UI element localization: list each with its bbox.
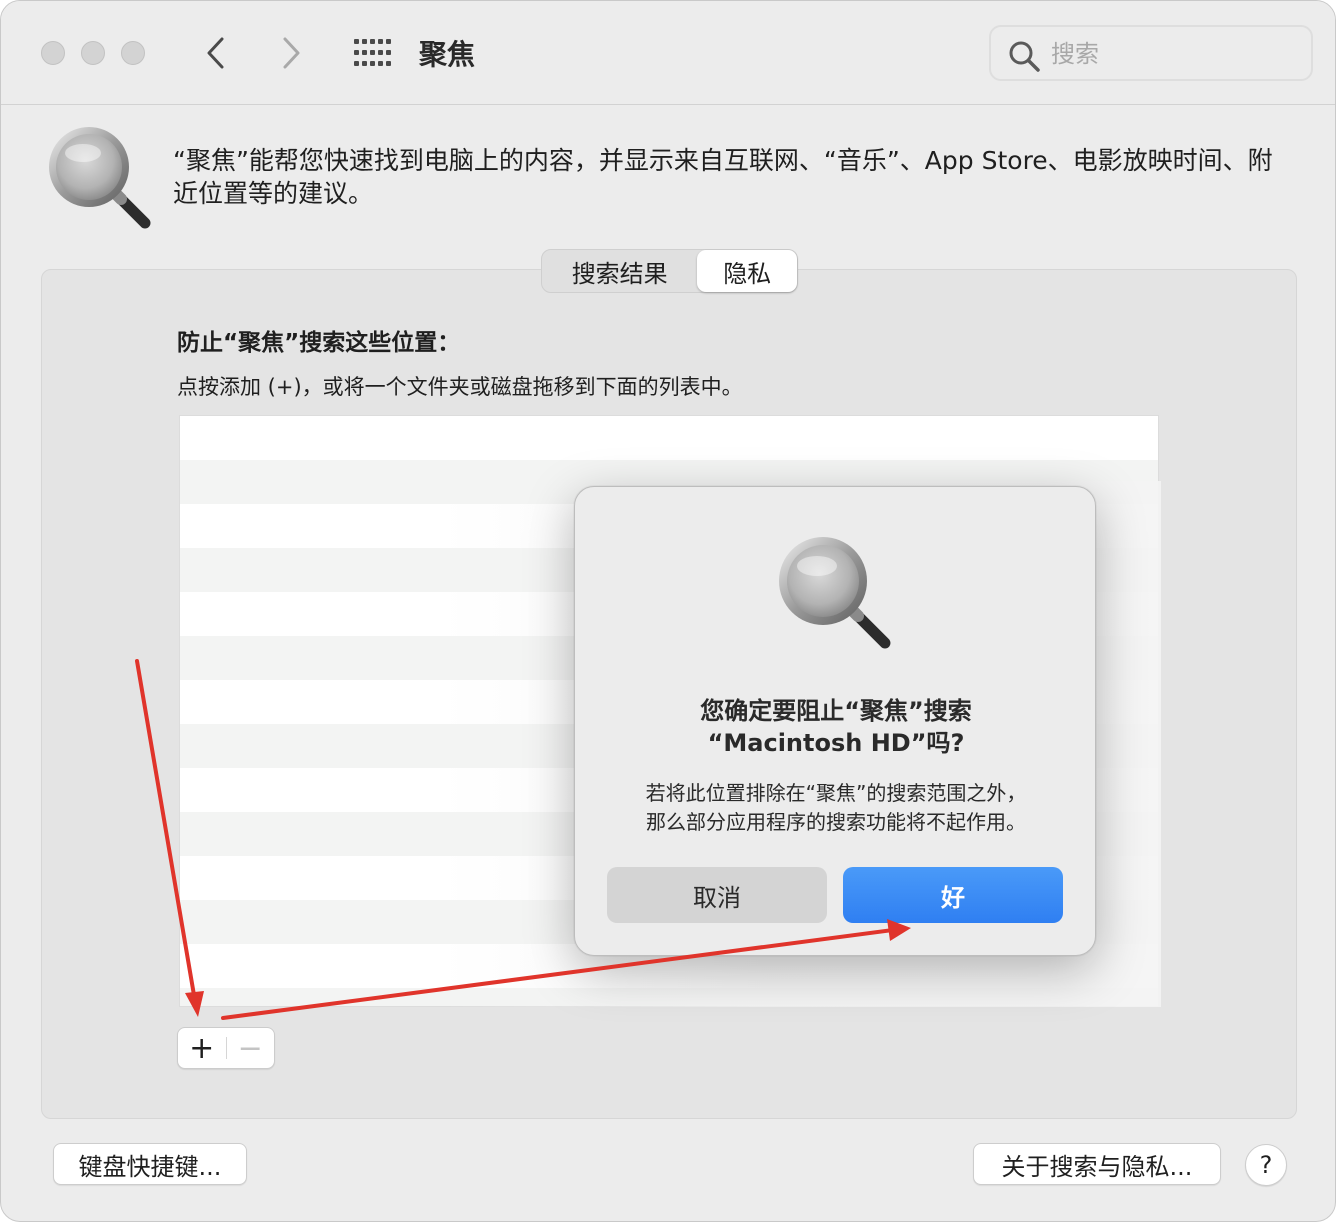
search-input[interactable] — [1051, 35, 1291, 73]
dialog-message-line: 若将此位置排除在“聚焦”的搜索范围之外， — [645, 781, 1027, 805]
close-window-button[interactable] — [41, 41, 65, 65]
tab-bar: 搜索结果 隐私 — [541, 249, 798, 293]
spotlight-app-icon — [49, 127, 151, 229]
tab-privacy[interactable]: 隐私 — [697, 250, 797, 292]
system-preferences-window: 聚焦 “聚焦”能帮您快速找到电脑上的 — [0, 0, 1336, 1222]
dialog-title-line: “Macintosh HD”吗? — [707, 729, 965, 757]
privacy-heading: 防止“聚焦”搜索这些位置： — [177, 330, 461, 356]
cancel-button[interactable]: 取消 — [607, 867, 827, 923]
dialog-title: 您确定要阻止“聚焦”搜索 “Macintosh HD”吗? — [595, 695, 1077, 759]
window-title: 聚焦 — [419, 38, 476, 71]
forward-button[interactable] — [271, 31, 311, 75]
spotlight-description: “聚焦”能帮您快速找到电脑上的内容，并显示来自互联网、“音乐”、App Stor… — [173, 146, 1273, 208]
toolbar: 聚焦 — [1, 1, 1335, 105]
privacy-instructions: 点按添加 (+)，或将一个文件夹或磁盘拖移到下面的列表中。 — [177, 375, 743, 399]
dialog-message: 若将此位置排除在“聚焦”的搜索范围之外， 那么部分应用程序的搜索功能将不起作用。 — [595, 779, 1077, 837]
keyboard-shortcuts-button[interactable]: 键盘快捷键... — [53, 1143, 247, 1185]
show-all-button[interactable] — [351, 35, 391, 71]
search-icon — [1009, 41, 1040, 72]
help-button[interactable]: ? — [1245, 1144, 1287, 1186]
about-search-privacy-button[interactable]: 关于搜索与隐私... — [973, 1143, 1221, 1185]
minimize-window-button[interactable] — [81, 41, 105, 65]
tab-search-results[interactable]: 搜索结果 — [542, 250, 697, 292]
confirm-dialog: 您确定要阻止“聚焦”搜索 “Macintosh HD”吗? 若将此位置排除在“聚… — [574, 486, 1096, 956]
chevron-right-icon — [283, 37, 300, 69]
zoom-window-button[interactable] — [121, 41, 145, 65]
back-button[interactable] — [196, 31, 236, 75]
spotlight-app-icon — [779, 537, 891, 649]
grid-icon — [354, 39, 391, 66]
dialog-title-line: 您确定要阻止“聚焦”搜索 — [700, 697, 972, 725]
add-location-button[interactable]: + — [178, 1028, 226, 1068]
search-field[interactable] — [989, 25, 1313, 81]
remove-location-button[interactable]: − — [226, 1028, 274, 1068]
ok-button[interactable]: 好 — [843, 867, 1063, 923]
dialog-message-line: 那么部分应用程序的搜索功能将不起作用。 — [646, 810, 1026, 834]
add-remove-control: + − — [177, 1027, 275, 1069]
chevron-left-icon — [207, 37, 224, 69]
